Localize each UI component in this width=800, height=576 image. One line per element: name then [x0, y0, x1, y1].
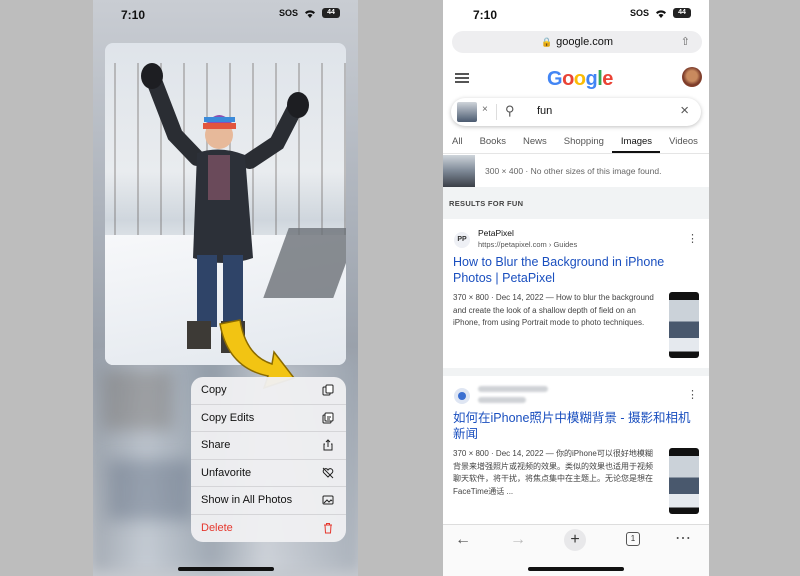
status-bar: 7:10 SOS 44 — [443, 8, 709, 24]
search-result[interactable]: PP PetaPixel https://petapixel.com › Gui… — [443, 228, 709, 368]
image-info-text: 300 × 400 · No other sizes of this image… — [485, 166, 662, 176]
search-tabs: All Books News Shopping Images Videos Ma — [443, 132, 709, 154]
globe-icon — [454, 388, 470, 404]
search-box[interactable]: × ⚲ fun × — [451, 98, 701, 126]
result-thumbnail[interactable] — [669, 292, 699, 358]
tab-all[interactable]: All — [443, 132, 471, 153]
source-name: PetaPixel — [478, 228, 514, 238]
carrier-label: SOS — [629, 8, 649, 18]
copy-edits-icon — [322, 412, 334, 424]
google-header: Google — [443, 64, 709, 94]
tab-news[interactable]: News — [514, 132, 555, 153]
google-logo[interactable]: Google — [547, 68, 613, 91]
browser-toolbar: ← → + 1 ⋯ — [443, 524, 709, 576]
share-icon[interactable]: ⇧ — [681, 35, 690, 48]
new-tab-icon[interactable]: + — [564, 529, 586, 551]
tab-maps[interactable]: Ma — [706, 132, 709, 153]
copy-edits-menu-item[interactable]: Copy Edits — [191, 405, 346, 432]
heart-slash-icon — [322, 467, 334, 479]
url-text: google.com — [556, 36, 614, 48]
menu-item-label: Delete — [201, 522, 233, 535]
photos-icon — [322, 495, 334, 505]
source-url-blurred — [478, 396, 526, 405]
search-query[interactable]: fun — [537, 105, 552, 117]
person-figure — [141, 63, 309, 353]
result-title[interactable]: How to Blur the Background in iPhone Pho… — [453, 254, 698, 286]
show-in-all-photos-menu-item[interactable]: Show in All Photos — [191, 487, 346, 515]
source-name-blurred — [478, 384, 548, 394]
wifi-icon — [305, 9, 315, 18]
more-options-icon[interactable]: ⋮ — [687, 388, 698, 401]
clear-icon[interactable]: × — [680, 102, 689, 119]
result-source: ⋮ — [454, 384, 698, 408]
photo-preview[interactable] — [105, 43, 346, 365]
result-thumbnail[interactable] — [669, 448, 699, 514]
source-url: https://petapixel.com › Guides — [478, 240, 578, 249]
status-time: 7:10 — [473, 8, 498, 22]
results-header: RESULTS FOR FUN — [449, 199, 524, 208]
blurred-background — [108, 460, 193, 520]
copy-menu-item[interactable]: Copy — [191, 377, 346, 405]
result-title[interactable]: 如何在iPhone照片中模糊背景 - 摄影和相机新闻 — [453, 410, 698, 442]
home-indicator — [528, 567, 624, 571]
menu-item-label: Copy — [201, 384, 227, 397]
more-options-icon[interactable]: ⋮ — [687, 232, 698, 245]
home-indicator — [178, 567, 274, 571]
blurred-background — [103, 370, 173, 430]
tab-shopping[interactable]: Shopping — [555, 132, 612, 153]
unfavorite-menu-item[interactable]: Unfavorite — [191, 460, 346, 487]
menu-item-label: Show in All Photos — [201, 494, 293, 507]
status-bar: 7:10 SOS 44 — [93, 8, 358, 24]
photos-app-screen: 7:10 SOS 44 Copy Copy Edits Share Unfavo… — [93, 0, 358, 576]
battery-icon: 44 — [673, 8, 691, 18]
remove-image-icon[interactable]: × — [482, 104, 488, 115]
delete-menu-item[interactable]: Delete — [191, 515, 346, 543]
search-result[interactable]: ⋮ 如何在iPhone照片中模糊背景 - 摄影和相机新闻 370 × 800 ·… — [443, 384, 709, 524]
address-bar[interactable]: 🔒 google.com ⇧ — [452, 31, 702, 53]
copy-icon — [322, 384, 334, 396]
more-icon[interactable]: ⋯ — [675, 528, 691, 548]
status-time: 7:10 — [121, 8, 146, 22]
result-snippet: 370 × 800 · Dec 14, 2022 — 你的iPhone可以很好地… — [453, 449, 653, 496]
favicon: PP — [454, 232, 470, 248]
menu-item-label: Share — [201, 439, 231, 452]
hamburger-menu-icon[interactable] — [455, 73, 469, 83]
menu-item-label: Unfavorite — [201, 466, 252, 479]
image-info-row: 300 × 400 · No other sizes of this image… — [443, 155, 709, 187]
tab-videos[interactable]: Videos — [660, 132, 706, 153]
battery-icon: 44 — [322, 8, 340, 18]
carrier-label: SOS — [278, 8, 298, 18]
back-arrow-icon[interactable]: ← — [455, 531, 471, 549]
divider — [496, 104, 497, 120]
safari-google-screen: 7:10 SOS 44 🔒 google.com ⇧ Google × ⚲ fu… — [443, 0, 709, 576]
forward-arrow-icon[interactable]: → — [510, 531, 526, 549]
search-image-thumbnail — [457, 102, 477, 122]
context-menu: Copy Copy Edits Share Unfavorite Show in… — [191, 377, 346, 542]
avatar[interactable] — [682, 67, 702, 87]
tab-books[interactable]: Books — [471, 132, 514, 153]
trash-icon — [324, 523, 332, 534]
result-snippet: 370 × 800 · Dec 14, 2022 — How to blur t… — [453, 293, 654, 328]
wifi-icon — [656, 9, 666, 18]
menu-item-label: Copy Edits — [201, 411, 255, 424]
lock-icon: 🔒 — [540, 36, 553, 47]
search-icon: ⚲ — [505, 103, 515, 118]
result-separator — [443, 368, 709, 376]
result-source: PP PetaPixel https://petapixel.com › Gui… — [454, 228, 698, 252]
share-icon — [323, 439, 333, 451]
tabs-button[interactable]: 1 — [626, 532, 640, 546]
share-menu-item[interactable]: Share — [191, 432, 346, 460]
tab-images[interactable]: Images — [611, 132, 661, 153]
query-image-thumbnail — [443, 155, 475, 187]
